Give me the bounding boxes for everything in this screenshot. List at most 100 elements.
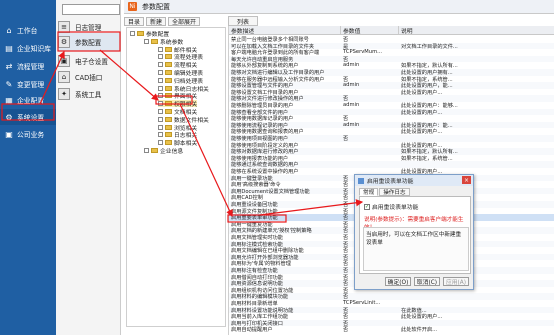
dialog-body: ✓ 启用重设表单功能 说明(参数提示)：需要重启客户端才能生效！ 当启用时，可以… (359, 196, 471, 274)
table-cell: TCPServLinit... (343, 300, 381, 306)
sidebar-item-0[interactable]: ⌂ 工作台 (0, 22, 56, 38)
sidebar-item-4[interactable]: ▦ 企业配置 (0, 92, 56, 108)
expand-toggle-icon[interactable] (158, 124, 163, 130)
settings-menu-item-1[interactable]: ⚙ 参数配置 (58, 33, 120, 51)
table-row[interactable]: 禁止同一台电脑登录多个相同账号 否 (229, 36, 554, 43)
table-cell: admin (343, 82, 360, 89)
table-row[interactable]: 能够通过系统查询数据的用户 (229, 161, 554, 168)
tab-directory[interactable]: 目录 (124, 16, 145, 26)
enable-checkbox-row[interactable]: ✓ 启用重设表单功能 (364, 202, 418, 211)
param-tree: 参数配置 系统参数 邮件相关 流程处理表 流程相关 编辑处理表 归档处理表 系统日志相关 界面相… (126, 27, 226, 327)
table-row[interactable]: 能够对文档进行编辑以及工作目录的用户 此处设置的用户拥有... (229, 69, 554, 76)
column-header-description[interactable]: 参数描述 (229, 26, 341, 35)
table-cell: 启用CAD控制 (231, 195, 263, 201)
tab-operation-log[interactable]: 操作日志 (379, 188, 410, 196)
expand-toggle-icon[interactable] (158, 77, 163, 83)
settings-menu-item-3[interactable]: ⌂ CAD插口 (58, 68, 120, 86)
expand-toggle-icon[interactable] (158, 132, 163, 138)
expand-toggle-icon[interactable] (158, 109, 163, 114)
tab-list[interactable]: 列表 (228, 16, 258, 26)
close-icon[interactable]: × (462, 176, 471, 184)
column-header-value[interactable]: 参数值 (341, 26, 399, 35)
expand-toggle-icon[interactable] (158, 101, 163, 107)
table-row[interactable]: 每天允许自动重启应用服务 否 (229, 55, 554, 63)
table-row[interactable]: 能够对文件进行修改操作的用户 否 (229, 95, 554, 102)
checkbox-label: 启用重设表单功能 (372, 205, 419, 211)
ok-button[interactable]: 确定(O) (385, 277, 411, 286)
home-icon: ⌂ (6, 25, 12, 35)
table-row[interactable]: 能够对数据库进行修改的用户 如果不指定，默认所有... (229, 148, 554, 155)
checkbox[interactable]: ✓ (364, 203, 370, 210)
settings-menu-item-4[interactable]: ✦ 系统工具 (58, 85, 120, 103)
table-row[interactable]: 能够使用报表功能的用户 如果不指定，系统管... (229, 155, 554, 162)
folder-icon (165, 46, 172, 52)
table-cell: 能够删除管理员目录的用户 (231, 103, 294, 109)
table-cell (399, 95, 554, 102)
table-cell (341, 161, 399, 168)
table-row[interactable]: 能够使用项目视图的用户 否 (229, 135, 554, 142)
table-cell: 否 (343, 327, 349, 333)
table-cell (341, 69, 399, 76)
sidebar-item-6[interactable]: ▣ 公司业务 (0, 126, 56, 142)
column-header-note[interactable]: 说明 (399, 26, 554, 35)
folder-icon (165, 93, 172, 99)
expand-toggle-icon[interactable] (158, 62, 163, 68)
apply-button[interactable]: 应用(A) (443, 277, 469, 286)
tree-node[interactable]: 企业信息 (144, 147, 183, 155)
dialog-title: 启用重设表单功能 (367, 179, 414, 185)
table-cell: 启用Document设置文档管理功能 (231, 188, 310, 195)
table-cell: TCPServMum... (343, 49, 383, 56)
table-row[interactable]: 启用材料目录新增单 TCPServLinit... (229, 300, 554, 307)
table-row[interactable]: 启用当前入库工作组功能 否 此处设置的用户... (229, 313, 554, 320)
expand-toggle-icon[interactable] (144, 148, 149, 153)
table-row[interactable]: 客户端电脑允许登录到此的所有客户端 TCPServMum... (229, 49, 554, 56)
table-row[interactable]: 能够查看全部文件的用户 此处设置的用户... (229, 108, 554, 116)
table-row[interactable]: 能够使用项目阶段定义的用户 此处设置的用户... (229, 142, 554, 149)
expand-toggle-icon[interactable] (158, 116, 163, 122)
table-row[interactable]: 能够设置管理与文件的用户 admin 此处设置的用户，能... (229, 82, 554, 89)
expand-toggle-icon[interactable] (158, 140, 163, 146)
sidebar-item-1[interactable]: ▤ 企业知识库 (0, 40, 56, 56)
sidebar-item-3[interactable]: ✎ 变更管理 (0, 76, 56, 92)
table-cell: 启用源文件复制功能 (231, 208, 278, 215)
table-row[interactable]: 能够使用数据查询和报表的用户 此处设置的用户... (229, 128, 554, 135)
table-row[interactable]: 能够从外部复制到系统的用户 admin 如果不指定，默认所有... (229, 62, 554, 69)
expand-toggle-icon[interactable] (158, 70, 163, 75)
table-cell: 启用资源信息说明功能 (231, 281, 283, 287)
search-input[interactable] (62, 4, 120, 15)
table-row[interactable]: 启用材料的编辑模块功能 否 (229, 293, 554, 300)
table-cell: 此处设置的用户，能... (401, 83, 453, 89)
table-row[interactable]: 能够设置文档工作目录的用户 此处设置的用户... (229, 89, 554, 96)
expand-toggle-icon[interactable] (158, 46, 163, 52)
expand-toggle-icon[interactable] (158, 54, 163, 60)
table-row[interactable]: 启用与打印机关闭接口 否 (229, 319, 554, 327)
table-row[interactable]: 能够使用数据库记录的用户 否 (229, 115, 554, 122)
table-cell: 如果不指定，默认所有... (401, 63, 458, 69)
table-row[interactable]: 能够删除管理员目录的用户 admin 此处设置的用户：能够... (229, 102, 554, 109)
table-cell: 否 (343, 56, 349, 63)
table-cell: 此处设置的用户... (401, 109, 443, 116)
table-cell (399, 36, 554, 43)
expand-toggle-icon[interactable] (144, 38, 149, 44)
table-cell: 启用借阅自动打印功能 (231, 274, 283, 281)
table-row[interactable]: 能够在服务器中远程输入分析文件的用户 否 如果不指定，系统管... (229, 76, 554, 83)
expand-all-button[interactable]: 全部展开 (168, 16, 201, 26)
table-cell: 能够使用报表功能的用户 (231, 155, 289, 162)
sidebar-item-5[interactable]: ⚙ 系统设置 (0, 109, 56, 125)
table-row[interactable]: 可以在加载入文档工作目录的文件夹 是 对文档工作目录的文件... (229, 42, 554, 50)
table-row[interactable]: 能够使用流程记录的用户 admin 此处设置的用户：能... (229, 121, 554, 129)
table-row[interactable]: 启用自动提醒用户 否 此处软件开启... (229, 326, 554, 333)
expand-toggle-icon[interactable] (130, 31, 135, 36)
tab-general[interactable]: 常规 (359, 188, 379, 196)
table-cell: 启用文档管理实时功能 (231, 235, 283, 241)
expand-toggle-icon[interactable] (158, 85, 163, 91)
table-row[interactable]: 启用材料设置功能说明功能 否 在此数值... (229, 306, 554, 314)
cancel-button[interactable]: 取消(C) (414, 277, 440, 286)
folder-icon (165, 85, 172, 91)
folder-icon (165, 124, 172, 130)
new-button[interactable]: 新建 (146, 16, 167, 26)
table-cell (341, 155, 399, 162)
table-cell: 客户端电脑允许登录到此的所有客户端 (231, 50, 320, 56)
sidebar-item-2[interactable]: ⇄ 流程管理 (0, 58, 56, 74)
expand-toggle-icon[interactable] (158, 93, 163, 99)
